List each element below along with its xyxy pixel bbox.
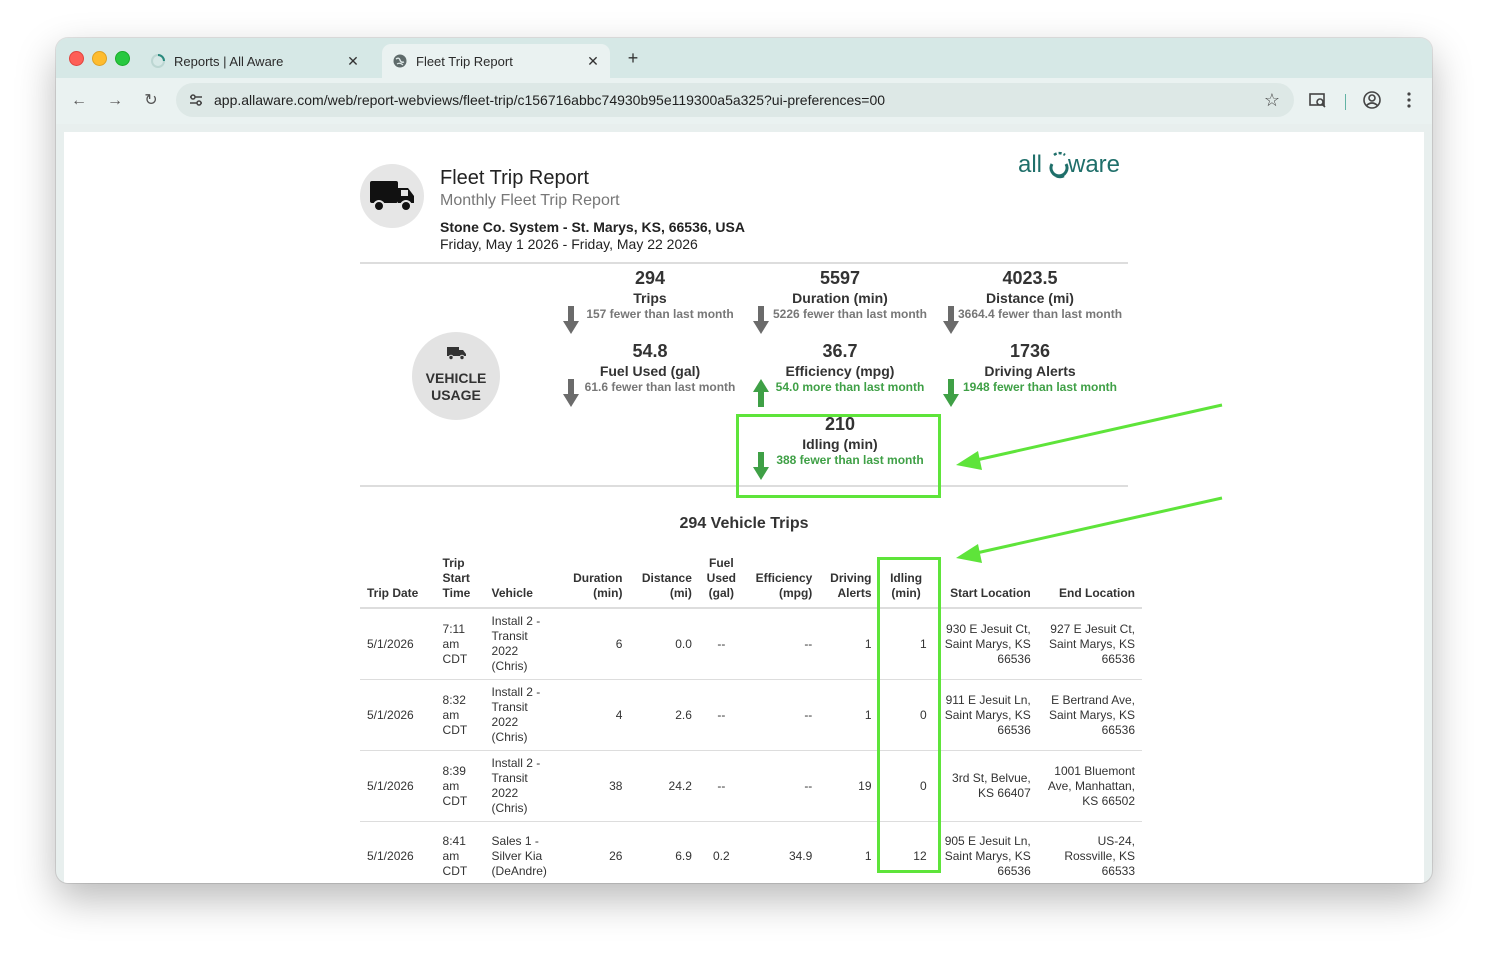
table-header-row: Trip Date Trip Start Time Vehicle Durati… <box>360 552 1142 609</box>
svg-text:ware: ware <box>1067 151 1120 178</box>
stat-driving-alerts: 1736 Driving Alerts 1948 fewer than last… <box>962 341 1118 394</box>
page-viewport: Fleet Trip Report Monthly Fleet Trip Rep… <box>64 132 1424 883</box>
tab-title: Reports | All Aware <box>174 53 284 69</box>
close-window-button[interactable] <box>69 51 84 66</box>
column-header[interactable]: Driving Alerts <box>819 552 879 609</box>
table-row[interactable]: 5/1/2026 8:39 am CDT Install 2 - Transit… <box>360 750 1142 822</box>
maximize-window-button[interactable] <box>115 51 130 66</box>
all-aware-logo: all ware <box>1018 142 1128 186</box>
trips-section-title: 294 Vehicle Trips <box>679 515 809 532</box>
tab-close-icon[interactable]: ✕ <box>342 53 364 70</box>
toolbar-divider <box>1345 94 1346 110</box>
idling-stat-highlight <box>736 414 941 498</box>
tab-bar: Reports | All Aware ✕ Fleet Trip Report … <box>56 38 1432 78</box>
idling-column-highlight <box>877 557 941 873</box>
truck-icon <box>360 164 424 228</box>
more-menu-icon[interactable] <box>1399 90 1421 112</box>
column-header[interactable]: Distance (mi) <box>629 552 699 609</box>
url-text: app.allaware.com/web/report-webviews/fle… <box>214 92 886 108</box>
header-divider <box>360 262 1128 264</box>
browser-window: Reports | All Aware ✕ Fleet Trip Report … <box>56 38 1432 883</box>
tab-reports[interactable]: Reports | All Aware ✕ <box>140 44 370 78</box>
column-header[interactable]: Efficiency (mpg) <box>743 552 820 609</box>
tab-fleet-trip-report[interactable]: Fleet Trip Report ✕ <box>382 44 610 78</box>
annotation-arrow-icon <box>956 403 1223 470</box>
stat-distance: 4023.5 Distance (mi) 3664.4 fewer than l… <box>957 268 1123 321</box>
vehicle-usage-label: VEHICLE USAGE <box>425 370 487 403</box>
truck-icon <box>446 345 468 361</box>
table-row[interactable]: 5/1/2026 8:32 am CDT Install 2 - Transit… <box>360 679 1142 751</box>
stat-trips: 294 Trips 157 fewer than last month <box>586 268 734 321</box>
site-settings-icon[interactable] <box>188 92 204 108</box>
report-organization: Stone Co. System - St. Marys, KS, 66536,… <box>440 219 745 235</box>
report-subtitle: Monthly Fleet Trip Report <box>440 192 620 209</box>
report-date-range: Friday, May 1 2026 - Friday, May 22 2026 <box>440 236 698 252</box>
svg-text:all: all <box>1018 151 1042 178</box>
bookmark-star-icon[interactable]: ☆ <box>1264 90 1280 111</box>
address-bar[interactable]: app.allaware.com/web/report-webviews/fle… <box>176 83 1294 117</box>
new-tab-button[interactable]: + <box>622 47 644 69</box>
reload-icon[interactable]: ↻ <box>140 90 162 112</box>
column-header[interactable]: Trip Date <box>360 552 436 609</box>
column-header[interactable]: End Location <box>1037 552 1142 609</box>
globe-icon <box>392 53 408 69</box>
trips-table: Trip Date Trip Start Time Vehicle Durati… <box>360 552 1142 883</box>
vehicle-usage-badge: VEHICLE USAGE <box>412 332 500 420</box>
report-title: Fleet Trip Report <box>440 167 589 189</box>
loading-spinner-icon <box>150 53 166 69</box>
browser-toolbar: ← → ↻ app.allaware.com/web/report-webvie… <box>56 78 1432 124</box>
column-header[interactable]: Fuel Used (gal) <box>698 552 744 609</box>
table-row[interactable]: 5/1/2026 7:11 am CDT Install 2 - Transit… <box>360 608 1142 680</box>
stat-duration: 5597 Duration (min) 5226 fewer than last… <box>772 268 928 321</box>
forward-icon[interactable]: → <box>104 90 126 112</box>
table-row[interactable]: 5/1/2026 8:41 am CDT Sales 1 - Silver Ki… <box>360 821 1142 883</box>
column-header[interactable]: Vehicle <box>484 552 561 609</box>
back-icon[interactable]: ← <box>68 90 90 112</box>
cast-search-icon[interactable] <box>1308 90 1330 112</box>
column-header[interactable]: Start Location <box>933 552 1038 609</box>
stat-efficiency: 36.7 Efficiency (mpg) 54.0 more than las… <box>775 341 925 394</box>
profile-icon[interactable] <box>1362 90 1384 112</box>
column-header[interactable]: Trip Start Time <box>435 552 485 609</box>
tab-close-icon[interactable]: ✕ <box>582 53 604 70</box>
minimize-window-button[interactable] <box>92 51 107 66</box>
column-header[interactable]: Duration (min) <box>560 552 630 609</box>
stat-fuel-used: 54.8 Fuel Used (gal) 61.6 fewer than las… <box>584 341 736 394</box>
tab-title: Fleet Trip Report <box>416 53 513 69</box>
